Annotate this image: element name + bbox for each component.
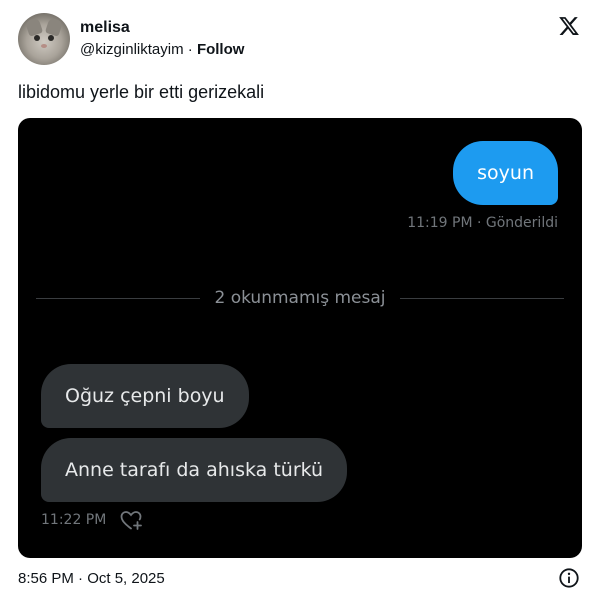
divider-line (399, 297, 564, 299)
x-logo-icon[interactable] (558, 15, 580, 37)
received-time: 11:22 PM (41, 512, 107, 528)
unread-divider: 2 okunmamış mesaj (36, 288, 564, 308)
divider-line (36, 297, 201, 299)
avatar-ear (24, 17, 44, 37)
avatar-eye (48, 35, 54, 41)
received-message-bubble: Anne tarafı da ahıska türkü (41, 438, 348, 502)
author-handle-line: @kizginliktayim · Follow (80, 41, 244, 58)
sent-message-meta: 11:19 PM · Gönderildi (407, 215, 558, 231)
info-icon[interactable] (558, 567, 580, 589)
avatar-ear (44, 17, 64, 37)
unread-divider-label: 2 okunmamış mesaj (214, 288, 386, 308)
avatar-eye (34, 35, 40, 41)
avatar[interactable] (18, 13, 70, 65)
attached-screenshot[interactable]: soyun 11:19 PM · Gönderildi 2 okunmamış … (18, 118, 582, 558)
sent-message-bubble: soyun (453, 141, 558, 205)
avatar-nose (41, 44, 47, 48)
tweet-text: libidomu yerle bir etti gerizekali (18, 82, 265, 102)
tweet-timestamp[interactable]: 8:56 PM · Oct 5, 2025 (18, 570, 165, 587)
received-message-meta: 11:22 PM (41, 509, 143, 531)
author-name[interactable]: melisa (80, 19, 130, 37)
received-message-bubble: Oğuz çepni boyu (41, 364, 249, 428)
author-handle[interactable]: @kizginliktayim (80, 41, 184, 58)
separator-dot: · (187, 41, 193, 58)
follow-button[interactable]: Follow (197, 41, 245, 58)
heart-plus-icon (120, 511, 143, 530)
